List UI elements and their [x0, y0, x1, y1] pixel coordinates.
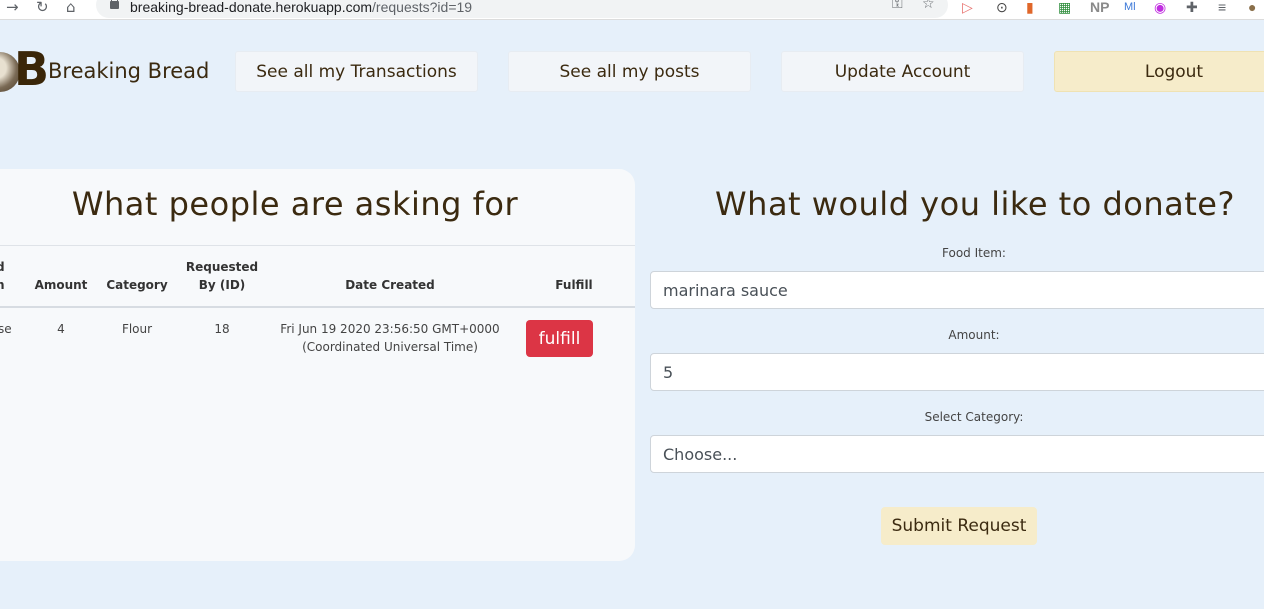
extension-grid-icon[interactable]: ▦ — [1058, 0, 1071, 16]
extension-chart-icon[interactable]: ▮ — [1026, 0, 1034, 16]
my-posts-button[interactable]: See all my posts — [508, 51, 751, 92]
reading-list-icon[interactable]: ≡ — [1218, 0, 1226, 16]
food-item-input[interactable]: marinara sauce — [650, 271, 1264, 309]
address-bar[interactable]: breaking-bread-donate.herokuapp.com/requ… — [96, 0, 948, 18]
extension-color-wheel-icon[interactable]: ◉ — [1154, 0, 1166, 16]
update-account-button[interactable]: Update Account — [781, 51, 1024, 92]
cell-date-line1: Fri Jun 19 2020 23:56:50 GMT+0000 — [280, 322, 500, 336]
cell-amount: 4 — [57, 322, 65, 336]
column-header-date: Date Created — [345, 278, 435, 292]
category-select[interactable]: Choose... — [650, 435, 1264, 473]
browser-toolbar: → ↻ ⌂ breaking-bread-donate.herokuapp.co… — [0, 0, 1264, 20]
food-item-label: Food Item: — [942, 246, 1006, 260]
transactions-button[interactable]: See all my Transactions — [235, 51, 478, 92]
forward-icon[interactable]: → — [6, 0, 19, 16]
extension-play-icon[interactable]: ▷ — [962, 0, 973, 16]
table-header-divider — [0, 306, 635, 308]
extension-np-icon[interactable]: NP — [1090, 0, 1109, 16]
column-header-food-partial: d — [0, 260, 5, 274]
cell-date-line2: (Coordinated Universal Time) — [302, 340, 478, 354]
bookmark-star-icon[interactable]: ☆ — [922, 0, 935, 12]
column-header-amount: Amount — [34, 278, 88, 292]
cell-category: Flour — [121, 322, 153, 336]
reload-icon[interactable]: ↻ — [36, 0, 49, 16]
cell-food-partial: se — [0, 322, 12, 336]
column-header-food-partial-2: n — [0, 278, 5, 292]
home-icon[interactable]: ⌂ — [66, 0, 76, 16]
extension-sync-icon[interactable]: ⊙ — [996, 0, 1008, 16]
brand-title[interactable]: Breaking Bread — [48, 59, 209, 83]
logout-button[interactable]: Logout — [1054, 51, 1264, 92]
fulfill-button[interactable]: fulfill — [526, 320, 593, 357]
donate-title: What would you like to donate? — [715, 185, 1235, 223]
requests-title: What people are asking for — [71, 185, 519, 223]
submit-request-button[interactable]: Submit Request — [881, 507, 1037, 545]
requests-panel: What people are asking for d n Amount Ca… — [0, 169, 635, 561]
column-header-requested-id: By (ID) — [198, 278, 246, 292]
column-header-requested: Requested — [185, 260, 259, 274]
extension-ml-icon[interactable]: Ml — [1124, 0, 1136, 16]
lock-icon — [110, 0, 119, 9]
category-label: Select Category: — [924, 410, 1024, 424]
logo-b-mark[interactable]: B — [14, 44, 49, 94]
table-divider — [0, 245, 635, 246]
cell-requested-by: 18 — [214, 322, 230, 336]
column-header-fulfill: Fulfill — [555, 278, 593, 292]
column-header-category: Category — [106, 278, 168, 292]
url-text: breaking-bread-donate.herokuapp.com/requ… — [130, 0, 473, 15]
extensions-puzzle-icon[interactable]: ✚ — [1186, 0, 1198, 16]
amount-label: Amount: — [948, 328, 1000, 342]
profile-avatar-icon[interactable]: ● — [1248, 0, 1256, 16]
amount-input[interactable]: 5 — [650, 353, 1264, 391]
key-icon[interactable]: ⚿ — [892, 0, 903, 12]
